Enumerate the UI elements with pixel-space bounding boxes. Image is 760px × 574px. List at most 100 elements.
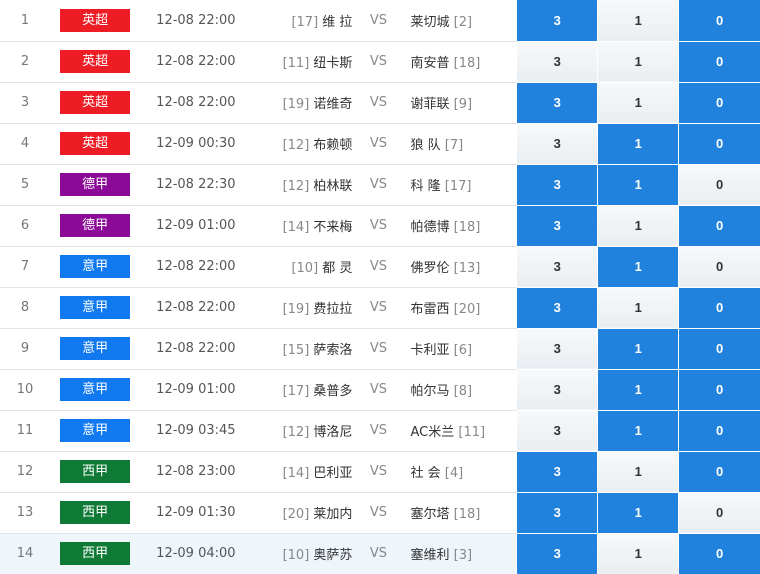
away-team-cell[interactable]: 帕尔马 [8] xyxy=(404,369,517,411)
away-rank: [9] xyxy=(453,97,473,112)
away-team-cell[interactable]: 南安普 [18] xyxy=(404,41,517,83)
match-time: 12-08 22:00 xyxy=(140,246,251,288)
away-team-cell[interactable]: AC米兰 [11] xyxy=(404,410,517,452)
away-team-cell[interactable]: 塞尔塔 [18] xyxy=(404,492,517,534)
league-badge[interactable]: 西甲 xyxy=(60,542,131,565)
home-rank: [17] xyxy=(291,14,319,30)
home-team-cell[interactable]: [19] 诺维奇 xyxy=(250,82,353,124)
league-badge[interactable]: 意甲 xyxy=(60,378,131,401)
loss-option[interactable]: 0 xyxy=(678,533,760,574)
home-team-cell[interactable]: [15] 萨索洛 xyxy=(250,328,353,370)
win-option[interactable]: 3 xyxy=(516,287,598,329)
loss-option[interactable]: 0 xyxy=(678,369,760,411)
loss-option[interactable]: 0 xyxy=(678,287,760,329)
draw-option[interactable]: 1 xyxy=(597,410,679,452)
away-team-cell[interactable]: 科 隆 [17] xyxy=(404,164,517,206)
win-option[interactable]: 3 xyxy=(516,246,598,288)
loss-option[interactable]: 0 xyxy=(678,164,760,206)
league-cell: 英超 xyxy=(50,123,141,165)
draw-option[interactable]: 1 xyxy=(597,82,679,124)
match-number: 5 xyxy=(0,164,51,206)
win-option[interactable]: 3 xyxy=(516,533,598,574)
league-badge[interactable]: 德甲 xyxy=(60,173,131,196)
away-team-cell[interactable]: 布雷西 [20] xyxy=(404,287,517,329)
league-badge[interactable]: 西甲 xyxy=(60,460,131,483)
draw-option[interactable]: 1 xyxy=(597,41,679,83)
home-team-cell[interactable]: [19] 费拉拉 xyxy=(250,287,353,329)
draw-option[interactable]: 1 xyxy=(597,533,679,574)
draw-option[interactable]: 1 xyxy=(597,287,679,329)
home-team-cell[interactable]: [12] 博洛尼 xyxy=(250,410,353,452)
home-team-cell[interactable]: [11] 纽卡斯 xyxy=(250,41,353,83)
vs-label: VS xyxy=(352,205,405,247)
home-team-cell[interactable]: [12] 柏林联 xyxy=(250,164,353,206)
draw-option[interactable]: 1 xyxy=(597,205,679,247)
away-team: 谢菲联 xyxy=(410,97,450,112)
home-team-cell[interactable]: [17] 桑普多 xyxy=(250,369,353,411)
draw-option[interactable]: 1 xyxy=(597,451,679,493)
league-badge[interactable]: 英超 xyxy=(60,91,131,114)
loss-option[interactable]: 0 xyxy=(678,410,760,452)
draw-option[interactable]: 1 xyxy=(597,0,679,42)
league-badge[interactable]: 英超 xyxy=(60,132,131,155)
loss-option[interactable]: 0 xyxy=(678,82,760,124)
loss-option[interactable]: 0 xyxy=(678,0,760,42)
home-team-cell[interactable]: [10] 都 灵 xyxy=(250,246,353,288)
league-badge[interactable]: 英超 xyxy=(60,50,131,73)
home-team-cell[interactable]: [17] 维 拉 xyxy=(250,0,353,42)
home-rank: [10] xyxy=(282,548,310,563)
league-badge[interactable]: 意甲 xyxy=(60,337,131,360)
away-team-cell[interactable]: 谢菲联 [9] xyxy=(404,82,517,124)
loss-option[interactable]: 0 xyxy=(678,205,760,247)
away-rank: [18] xyxy=(453,56,481,71)
win-option[interactable]: 3 xyxy=(516,492,598,534)
draw-option[interactable]: 1 xyxy=(597,492,679,534)
loss-option[interactable]: 0 xyxy=(678,328,760,370)
home-team-cell[interactable]: [20] 莱加内 xyxy=(250,492,353,534)
league-badge[interactable]: 意甲 xyxy=(60,296,131,319)
home-team-cell[interactable]: [12] 布赖顿 xyxy=(250,123,353,165)
win-option[interactable]: 3 xyxy=(516,451,598,493)
league-badge[interactable]: 德甲 xyxy=(60,214,131,237)
vs-label: VS xyxy=(352,451,405,493)
win-option[interactable]: 3 xyxy=(516,369,598,411)
draw-option[interactable]: 1 xyxy=(597,246,679,288)
league-badge[interactable]: 西甲 xyxy=(60,501,131,524)
loss-option[interactable]: 0 xyxy=(678,123,760,165)
away-rank: [2] xyxy=(453,14,473,30)
away-team-cell[interactable]: 狼 队 [7] xyxy=(404,123,517,165)
loss-option[interactable]: 0 xyxy=(678,492,760,534)
match-number: 6 xyxy=(0,205,51,247)
win-option[interactable]: 3 xyxy=(516,123,598,165)
win-option[interactable]: 3 xyxy=(516,41,598,83)
league-badge[interactable]: 意甲 xyxy=(60,419,131,442)
home-team-cell[interactable]: [14] 不来梅 xyxy=(250,205,353,247)
loss-option[interactable]: 0 xyxy=(678,451,760,493)
league-badge[interactable]: 英超 xyxy=(60,8,131,32)
win-option[interactable]: 3 xyxy=(516,205,598,247)
draw-option[interactable]: 1 xyxy=(597,164,679,206)
win-option[interactable]: 3 xyxy=(516,410,598,452)
away-team-cell[interactable]: 社 会 [4] xyxy=(404,451,517,493)
loss-option[interactable]: 0 xyxy=(678,41,760,83)
away-team-cell[interactable]: 塞维利 [3] xyxy=(404,533,517,574)
win-option[interactable]: 3 xyxy=(516,328,598,370)
home-team-cell[interactable]: [14] 巴利亚 xyxy=(250,451,353,493)
away-team-cell[interactable]: 卡利亚 [6] xyxy=(404,328,517,370)
home-team-cell[interactable]: [10] 奥萨苏 xyxy=(250,533,353,574)
away-team: AC米兰 xyxy=(410,425,455,440)
win-option[interactable]: 3 xyxy=(516,164,598,206)
draw-option[interactable]: 1 xyxy=(597,328,679,370)
loss-option[interactable]: 0 xyxy=(678,246,760,288)
away-team-cell[interactable]: 帕德博 [18] xyxy=(404,205,517,247)
match-time: 12-09 00:30 xyxy=(140,123,251,165)
win-option[interactable]: 3 xyxy=(516,82,598,124)
win-option[interactable]: 3 xyxy=(516,0,598,42)
away-team-cell[interactable]: 莱切城 [2] xyxy=(404,0,517,42)
draw-option[interactable]: 1 xyxy=(597,123,679,165)
league-badge[interactable]: 意甲 xyxy=(60,255,131,278)
draw-option[interactable]: 1 xyxy=(597,369,679,411)
home-rank: [11] xyxy=(282,56,310,71)
home-rank: [19] xyxy=(282,302,310,317)
away-team-cell[interactable]: 佛罗伦 [13] xyxy=(404,246,517,288)
